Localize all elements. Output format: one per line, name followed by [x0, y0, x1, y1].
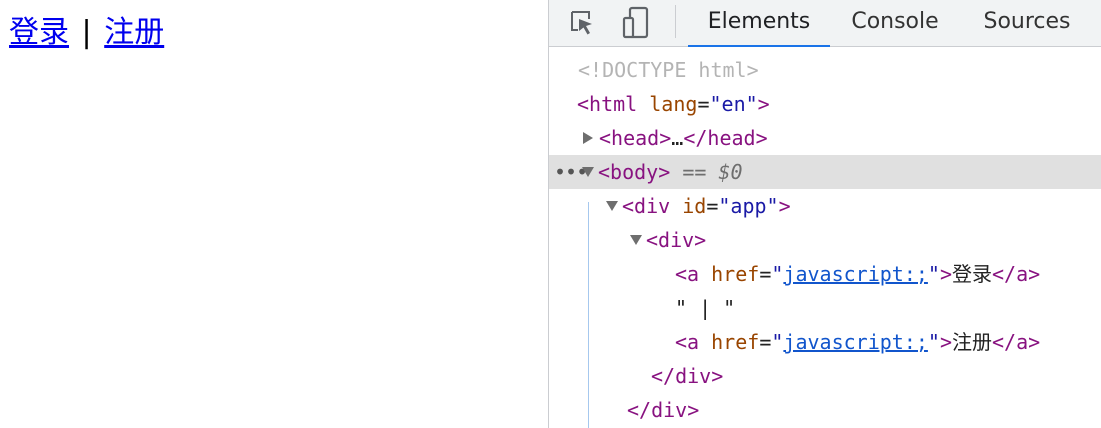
page-viewport: 登录 | 注册 [0, 0, 548, 428]
collapse-arrow-icon[interactable] [606, 200, 618, 211]
toolbar-divider [675, 5, 676, 38]
devtools-toolbar: Elements Console Sources [549, 0, 1101, 47]
devtools-panel: Elements Console Sources <!DOCTYPE html>… [548, 0, 1101, 428]
collapse-arrow-icon[interactable] [630, 234, 642, 245]
register-link[interactable]: 注册 [104, 15, 164, 50]
tree-row-a-register[interactable]: <a href="javascript:;">注册</a> [549, 325, 1101, 359]
inspect-element-icon[interactable] [565, 6, 599, 40]
tab-elements[interactable]: Elements [688, 0, 830, 47]
tab-console[interactable]: Console [831, 0, 959, 47]
tree-row-text-node[interactable]: " | " [549, 291, 1101, 325]
tree-row-a-login[interactable]: <a href="javascript:;">登录</a> [549, 257, 1101, 291]
tree-row-close-div[interactable]: </div> [549, 359, 1101, 393]
auth-nav: 登录 | 注册 [9, 13, 164, 53]
tab-sources[interactable]: Sources [963, 0, 1091, 47]
login-link[interactable]: 登录 [9, 15, 69, 50]
href-link[interactable]: javascript:; [783, 330, 928, 354]
expand-arrow-icon[interactable] [583, 131, 593, 144]
nav-separator: | [81, 15, 92, 50]
tree-row-div-app[interactable]: <div id="app"> [549, 189, 1101, 223]
tree-row-head[interactable]: <head>…</head> [549, 121, 1101, 155]
selected-node-marker: == $0 [682, 160, 743, 184]
tree-row-div[interactable]: <div> [549, 223, 1101, 257]
href-link[interactable]: javascript:; [783, 262, 928, 286]
dom-tree: <!DOCTYPE html> <html lang="en"> <head>…… [549, 47, 1101, 428]
tree-row-html[interactable]: <html lang="en"> [549, 87, 1101, 121]
device-toolbar-icon[interactable] [619, 6, 653, 40]
tree-row-close-div-app[interactable]: </div> [549, 393, 1101, 427]
collapse-arrow-icon[interactable] [582, 166, 594, 177]
tree-row-doctype[interactable]: <!DOCTYPE html> [549, 53, 1101, 87]
tree-row-body-selected[interactable]: ••• <body> == $0 [549, 155, 1101, 189]
